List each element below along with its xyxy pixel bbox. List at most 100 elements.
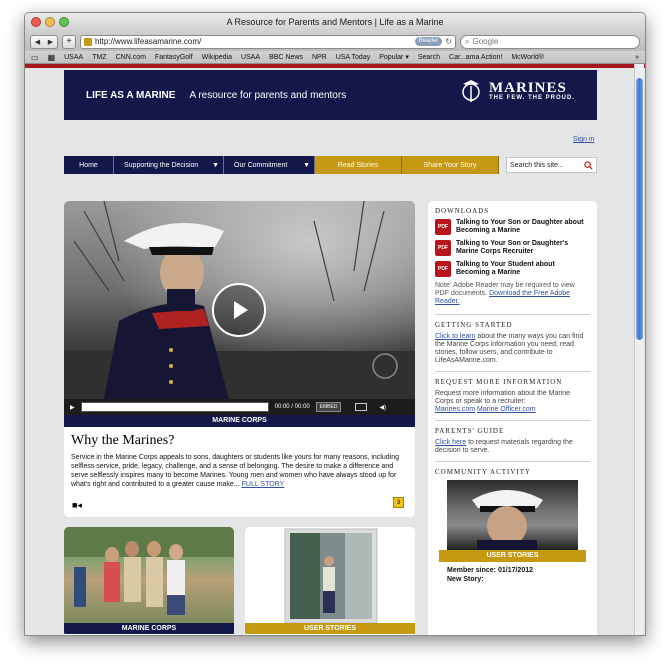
bookmark-npr[interactable]: NPR: [312, 54, 327, 61]
sign-in-link[interactable]: Sign in: [573, 136, 594, 143]
story-tile-user-stories[interactable]: USER STORIES: [245, 527, 415, 635]
close-window-icon[interactable]: [31, 17, 41, 27]
browser-search-field[interactable]: ⌕ Google: [460, 34, 640, 49]
reader-button[interactable]: Reader: [414, 37, 443, 46]
site-search-input[interactable]: Search this site...: [506, 157, 597, 173]
featured-video-card: ▶ 00:00 / 00:00 EMBED ◀) MARINE CORPS Wh…: [64, 201, 415, 517]
title-bar: A Resource for Parents and Mentors | Lif…: [25, 13, 645, 32]
search-icon[interactable]: [584, 160, 593, 170]
nav-share-story[interactable]: Share Your Story: [402, 156, 499, 174]
main-nav: Home Supporting the Decision ▼ Our Commi…: [64, 156, 499, 174]
nav-read-stories[interactable]: Read Stories: [315, 156, 402, 174]
top-red-stripe: [25, 64, 645, 68]
bookmark-search[interactable]: Search: [418, 54, 440, 61]
add-bookmark-button[interactable]: +: [62, 34, 76, 49]
vertical-scrollbar[interactable]: [634, 64, 644, 635]
sidebar: DOWNLOADS PDF Talking to Your Son or Dau…: [428, 201, 597, 635]
site-header: LIFE AS A MARINE A resource for parents …: [64, 70, 597, 120]
fullscreen-icon[interactable]: [355, 403, 368, 411]
logo-motto: THE FEW. THE PROUD.: [488, 95, 575, 101]
volume-icon[interactable]: ◀): [379, 404, 386, 411]
story-title[interactable]: Why the Marines?: [71, 433, 408, 449]
bookmark-car-action[interactable]: Car...ama Action!: [449, 54, 502, 61]
nav-home[interactable]: Home: [64, 156, 114, 174]
snapshot-photo-illustration: [284, 528, 378, 624]
parents-guide-heading: PARENTS' GUIDE: [435, 427, 505, 435]
story-description-text: Service in the Marine Corps appeals to s…: [71, 454, 400, 488]
tile-caption-user-stories: USER STORIES: [245, 623, 415, 634]
play-control-icon[interactable]: ▶: [70, 404, 75, 411]
forward-arrow-icon[interactable]: ▶: [48, 38, 53, 46]
nav-supporting-label: Supporting the Decision: [124, 161, 199, 169]
downloads-heading: DOWNLOADS: [435, 207, 490, 215]
download-link[interactable]: Talking to Your Son or Daughter's Marine…: [456, 240, 590, 256]
play-video-button[interactable]: [212, 283, 266, 337]
video-seek-bar[interactable]: [80, 402, 269, 412]
browser-toolbar: ◀ ▶ + http://www.lifeasamarine.com/ Read…: [25, 32, 645, 51]
marine-portrait-thumbnail: [472, 490, 543, 550]
back-forward-buttons[interactable]: ◀ ▶: [30, 34, 58, 49]
marines-com-link[interactable]: Marines.com: [435, 406, 475, 413]
more-bookmarks-icon[interactable]: »: [635, 54, 639, 61]
download-item[interactable]: PDF Talking to Your Son or Daughter's Ma…: [435, 240, 590, 256]
nav-our-commitment[interactable]: Our Commitment ▼: [224, 156, 315, 174]
marine-officer-link[interactable]: Marine Officer.com: [477, 406, 536, 413]
site-search-placeholder: Search this site...: [510, 161, 564, 169]
request-info-body: Request more information about the Marin…: [435, 390, 571, 405]
play-icon: [234, 301, 248, 319]
bookmark-tmz[interactable]: TMZ: [92, 54, 106, 61]
video-camera-icon: ■◂: [72, 500, 82, 510]
nav-supporting-decision[interactable]: Supporting the Decision ▼: [114, 156, 224, 174]
getting-started-text: Click to learn about the many ways you c…: [435, 333, 590, 365]
download-item[interactable]: PDF Talking to Your Son or Daughter abou…: [435, 219, 590, 235]
top-sites-icon[interactable]: ▦: [48, 53, 56, 62]
bookmark-mcworld[interactable]: McWorld®: [511, 54, 544, 61]
url-text[interactable]: http://www.lifeasamarine.com/: [95, 37, 412, 46]
bookmark-wikipedia[interactable]: Wikipedia: [202, 54, 232, 61]
bookmark-cnn[interactable]: CNN.com: [116, 54, 146, 61]
click-here-link[interactable]: Click here: [435, 439, 466, 446]
bookmark-bbc-news[interactable]: BBC News: [269, 54, 303, 61]
reload-icon[interactable]: ↻: [445, 37, 452, 46]
bookmark-fantasygolf[interactable]: FantasyGolf: [155, 54, 193, 61]
download-item[interactable]: PDF Talking to Your Student about Becomi…: [435, 261, 590, 277]
dropdown-arrow-icon: ▼: [303, 161, 310, 169]
scrollbar-thumb[interactable]: [636, 78, 643, 340]
getting-started-heading: GETTING STARTED: [435, 321, 513, 329]
window-title: A Resource for Parents and Mentors | Lif…: [226, 17, 444, 27]
bookmark-usa-today[interactable]: USA Today: [336, 54, 371, 61]
reading-list-icon[interactable]: ▭: [31, 53, 39, 62]
request-info-heading: REQUEST MORE INFORMATION: [435, 378, 563, 386]
pdf-icon: PDF: [435, 219, 451, 235]
member-since: Member since: 01/17/2012: [447, 567, 533, 574]
request-info-text: Request more information about the Marin…: [435, 390, 590, 414]
nav-commitment-label: Our Commitment: [234, 161, 288, 169]
comment-count-badge[interactable]: 3: [393, 497, 404, 508]
family-photo-image: [64, 527, 234, 623]
click-to-learn-link[interactable]: Click to learn: [435, 333, 475, 340]
community-caption: USER STORIES: [439, 550, 586, 562]
site-name[interactable]: LIFE AS A MARINE: [86, 90, 175, 101]
bookmark-popular-folder[interactable]: Popular ▾: [379, 53, 409, 61]
zoom-window-icon[interactable]: [59, 17, 69, 27]
full-story-link[interactable]: FULL STORY: [242, 481, 285, 488]
bookmark-usaa-2[interactable]: USAA: [241, 54, 260, 61]
community-marine-photo[interactable]: [447, 480, 578, 550]
browser-window: A Resource for Parents and Mentors | Lif…: [24, 12, 646, 636]
embed-button[interactable]: EMBED: [315, 402, 342, 412]
video-player[interactable]: [64, 201, 415, 399]
dropdown-arrow-icon: ▼: [212, 161, 219, 169]
magnifier-icon: ⌕: [465, 36, 470, 46]
story-description: Service in the Marine Corps appeals to s…: [71, 453, 408, 489]
bookmarks-bar: ▭ ▦ USAA TMZ CNN.com FantasyGolf Wikiped…: [25, 51, 645, 64]
story-tile-marine-corps[interactable]: MARINE CORPS: [64, 527, 234, 635]
bookmark-usaa[interactable]: USAA: [64, 54, 83, 61]
minimize-window-icon[interactable]: [45, 17, 55, 27]
download-link[interactable]: Talking to Your Son or Daughter about Be…: [456, 219, 590, 235]
web-page: LIFE AS A MARINE A resource for parents …: [25, 64, 645, 635]
back-arrow-icon[interactable]: ◀: [35, 38, 40, 46]
address-bar[interactable]: http://www.lifeasamarine.com/ Reader ↻: [80, 34, 456, 49]
marines-logo[interactable]: MARINES THE FEW. THE PROUD.: [458, 78, 575, 104]
adobe-note: Note: Adobe Reader may be required to vi…: [435, 282, 590, 306]
download-link[interactable]: Talking to Your Student about Becoming a…: [456, 261, 590, 277]
